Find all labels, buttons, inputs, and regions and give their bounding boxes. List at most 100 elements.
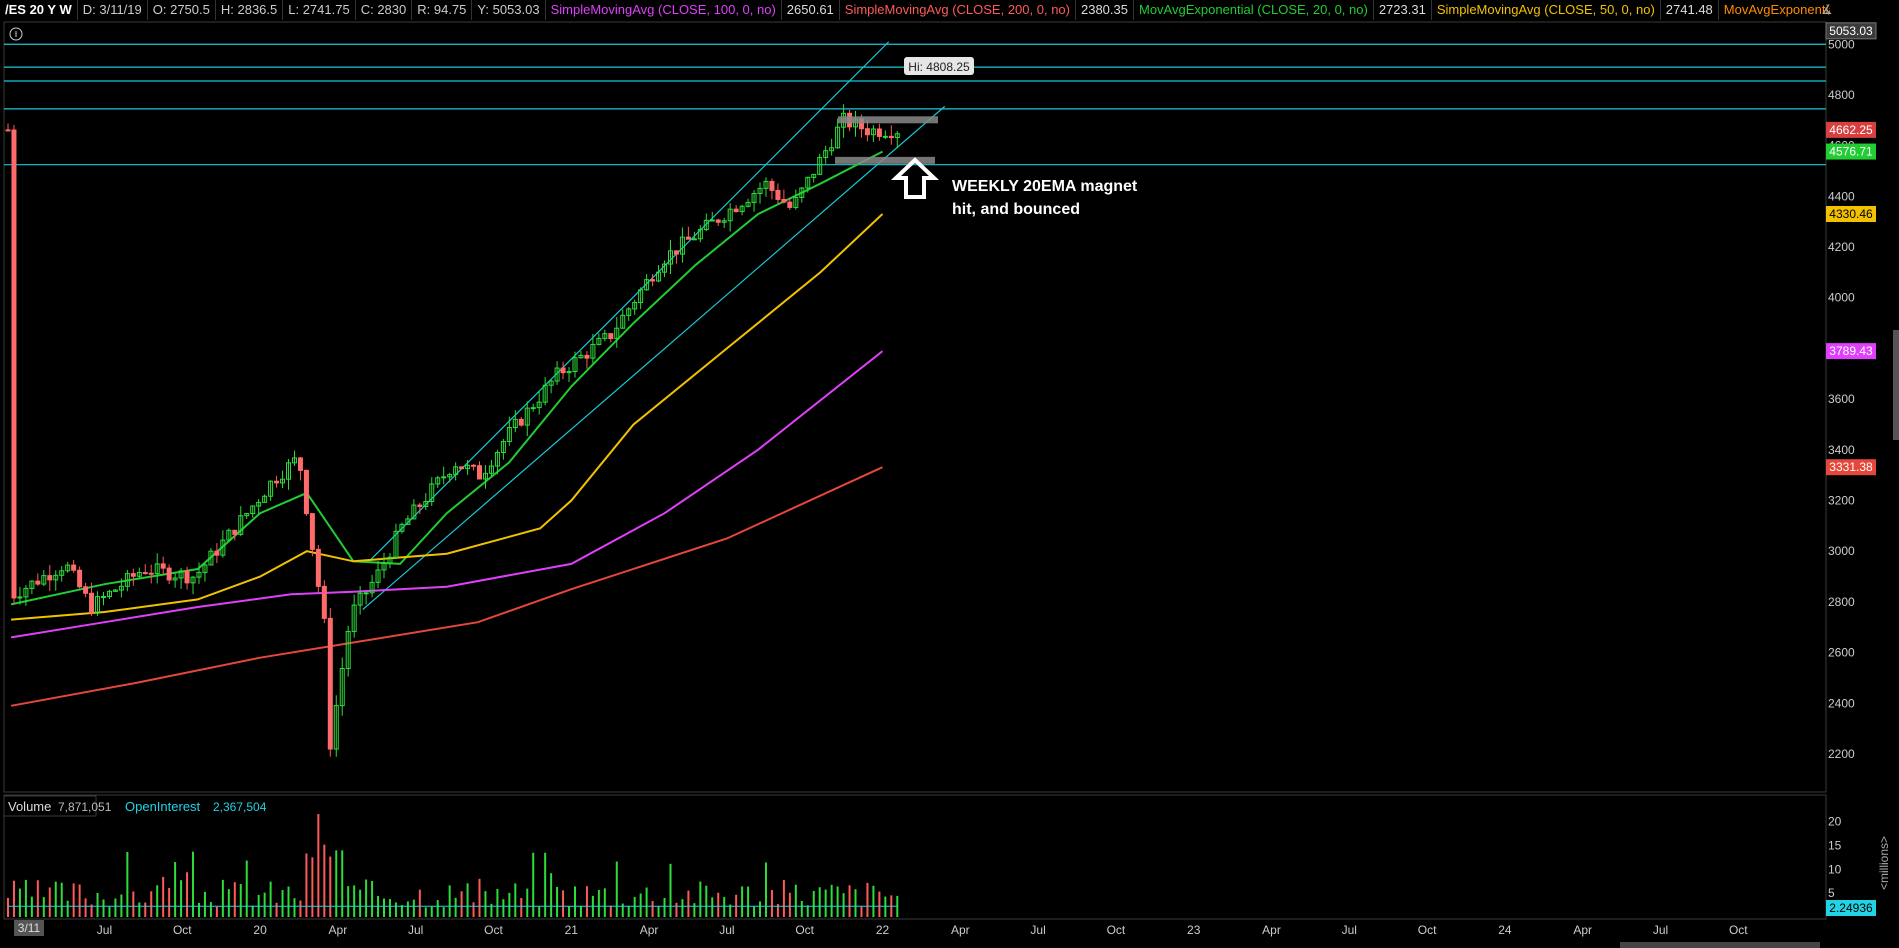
x-tick-label: Jul xyxy=(1030,923,1045,937)
candle-body xyxy=(477,465,483,480)
ma-line-2 xyxy=(11,213,884,621)
x-tick-label: Oct xyxy=(795,923,814,937)
candle-body xyxy=(71,564,77,571)
candle-body xyxy=(876,128,882,137)
price-badge-text: 3331.38 xyxy=(1829,460,1873,474)
candle-body xyxy=(781,198,787,203)
candle-body xyxy=(17,596,23,599)
x-tick-label: Apr xyxy=(1262,923,1281,937)
candle-body xyxy=(882,135,888,138)
candle-body xyxy=(184,570,190,584)
candle-body xyxy=(518,418,524,426)
x-tick-label: 24 xyxy=(1498,923,1512,937)
candle-body xyxy=(166,567,172,581)
price-chart: Hi: 4808.25 WEEKLY 20EMA magnet hit, and b… xyxy=(3,21,1899,948)
candle-body xyxy=(775,189,781,200)
price-panel-frame xyxy=(3,21,1827,793)
x-tick-label: Jul xyxy=(97,923,112,937)
price-badge-text: 4662.25 xyxy=(1829,123,1873,137)
x-tick-label: Jul xyxy=(719,923,734,937)
candle-body xyxy=(321,585,327,619)
volume-panel-frame xyxy=(3,794,1827,920)
y-tick-label: 5000 xyxy=(1828,37,1855,51)
candle-body xyxy=(673,250,679,255)
y-tick-label: 2200 xyxy=(1828,747,1855,761)
x-tick-label: Apr xyxy=(329,923,348,937)
x-tick-label: Oct xyxy=(484,923,503,937)
candle-body xyxy=(309,513,315,550)
candle-body xyxy=(691,238,697,241)
annotation-line-1: WEEKLY 20EMA magnet xyxy=(952,178,1138,195)
candle-body xyxy=(148,572,154,575)
candle-body xyxy=(160,563,166,569)
candle-body xyxy=(888,135,894,139)
candle-body xyxy=(608,333,614,339)
oi-badge-text: 2.24936 xyxy=(1829,901,1873,915)
candle-body xyxy=(530,407,536,410)
volume-tick-label: 15 xyxy=(1828,838,1842,852)
x-tick-label: Oct xyxy=(173,923,192,937)
x-tick-label: Oct xyxy=(1418,923,1437,937)
hi-label-text: Hi: 4808.25 xyxy=(908,60,970,74)
candle-body xyxy=(83,586,89,594)
x-tick-label: 22 xyxy=(876,923,890,937)
candle-body xyxy=(77,569,83,588)
ma-line-3 xyxy=(10,350,884,639)
open-interest-label: OpenInterest xyxy=(125,799,201,814)
candle-body xyxy=(715,219,721,223)
annotation-line-2: hit, and bounced xyxy=(952,201,1080,218)
y-tick-label: 3000 xyxy=(1828,544,1855,558)
y-tick-label: 4400 xyxy=(1828,189,1855,203)
x-tick-label: Oct xyxy=(1729,923,1748,937)
candle-body xyxy=(459,466,465,470)
candle-body xyxy=(650,279,656,282)
volume-tick-label: 5 xyxy=(1828,886,1835,900)
price-badge-text: 5053.03 xyxy=(1829,24,1873,38)
candle-body xyxy=(214,550,220,556)
x-tick-label: Jul xyxy=(408,923,423,937)
candle-body xyxy=(142,572,148,575)
x-tick-label: Jul xyxy=(1342,923,1357,937)
candle-body xyxy=(232,529,238,535)
x-tick-label: Apr xyxy=(1573,923,1592,937)
open-interest-value: 2,367,504 xyxy=(213,800,267,814)
candle-body xyxy=(864,128,870,136)
candle-body xyxy=(584,354,590,359)
candle-body xyxy=(363,592,369,595)
y-tick-label: 3400 xyxy=(1828,443,1855,457)
x-tick-label: 20 xyxy=(253,923,267,937)
candle-body xyxy=(709,219,715,222)
y-tick-label: 3200 xyxy=(1828,494,1855,508)
x-tick-label: Oct xyxy=(1107,923,1126,937)
vertical-scrollbar xyxy=(1893,330,1899,440)
candle-body xyxy=(315,548,321,587)
volume-unit-label: <millions> xyxy=(1877,836,1891,890)
candle-body xyxy=(5,129,11,132)
candle-body xyxy=(130,573,136,577)
candle-body xyxy=(274,480,280,484)
y-tick-label: 2600 xyxy=(1828,646,1855,660)
x-start-badge-text: 3/11 xyxy=(18,921,41,935)
candle-body xyxy=(685,236,691,240)
y-tick-label: 4200 xyxy=(1828,240,1855,254)
horizontal-scrollbar xyxy=(1620,942,1820,948)
volume-label: Volume xyxy=(8,799,51,814)
y-tick-label: 4000 xyxy=(1828,291,1855,305)
x-tick-label: Apr xyxy=(640,923,659,937)
candle-body xyxy=(787,201,793,208)
candle-body xyxy=(303,469,309,515)
candle-body xyxy=(733,208,739,213)
price-badge-text: 4330.46 xyxy=(1829,207,1873,221)
candle-body xyxy=(471,464,477,467)
x-tick-label: 23 xyxy=(1187,923,1201,937)
resistance-zone-box xyxy=(838,116,938,124)
y-tick-label: 2800 xyxy=(1828,595,1855,609)
candle-body xyxy=(35,580,41,585)
up-arrow-icon xyxy=(890,157,940,199)
channel-lower-line xyxy=(362,105,946,610)
price-badge-text: 4576.71 xyxy=(1829,145,1873,159)
candle-body xyxy=(327,617,333,750)
candle-body xyxy=(560,367,566,374)
channel-upper-line xyxy=(368,41,890,562)
volume-value: 7,871,051 xyxy=(58,800,112,814)
